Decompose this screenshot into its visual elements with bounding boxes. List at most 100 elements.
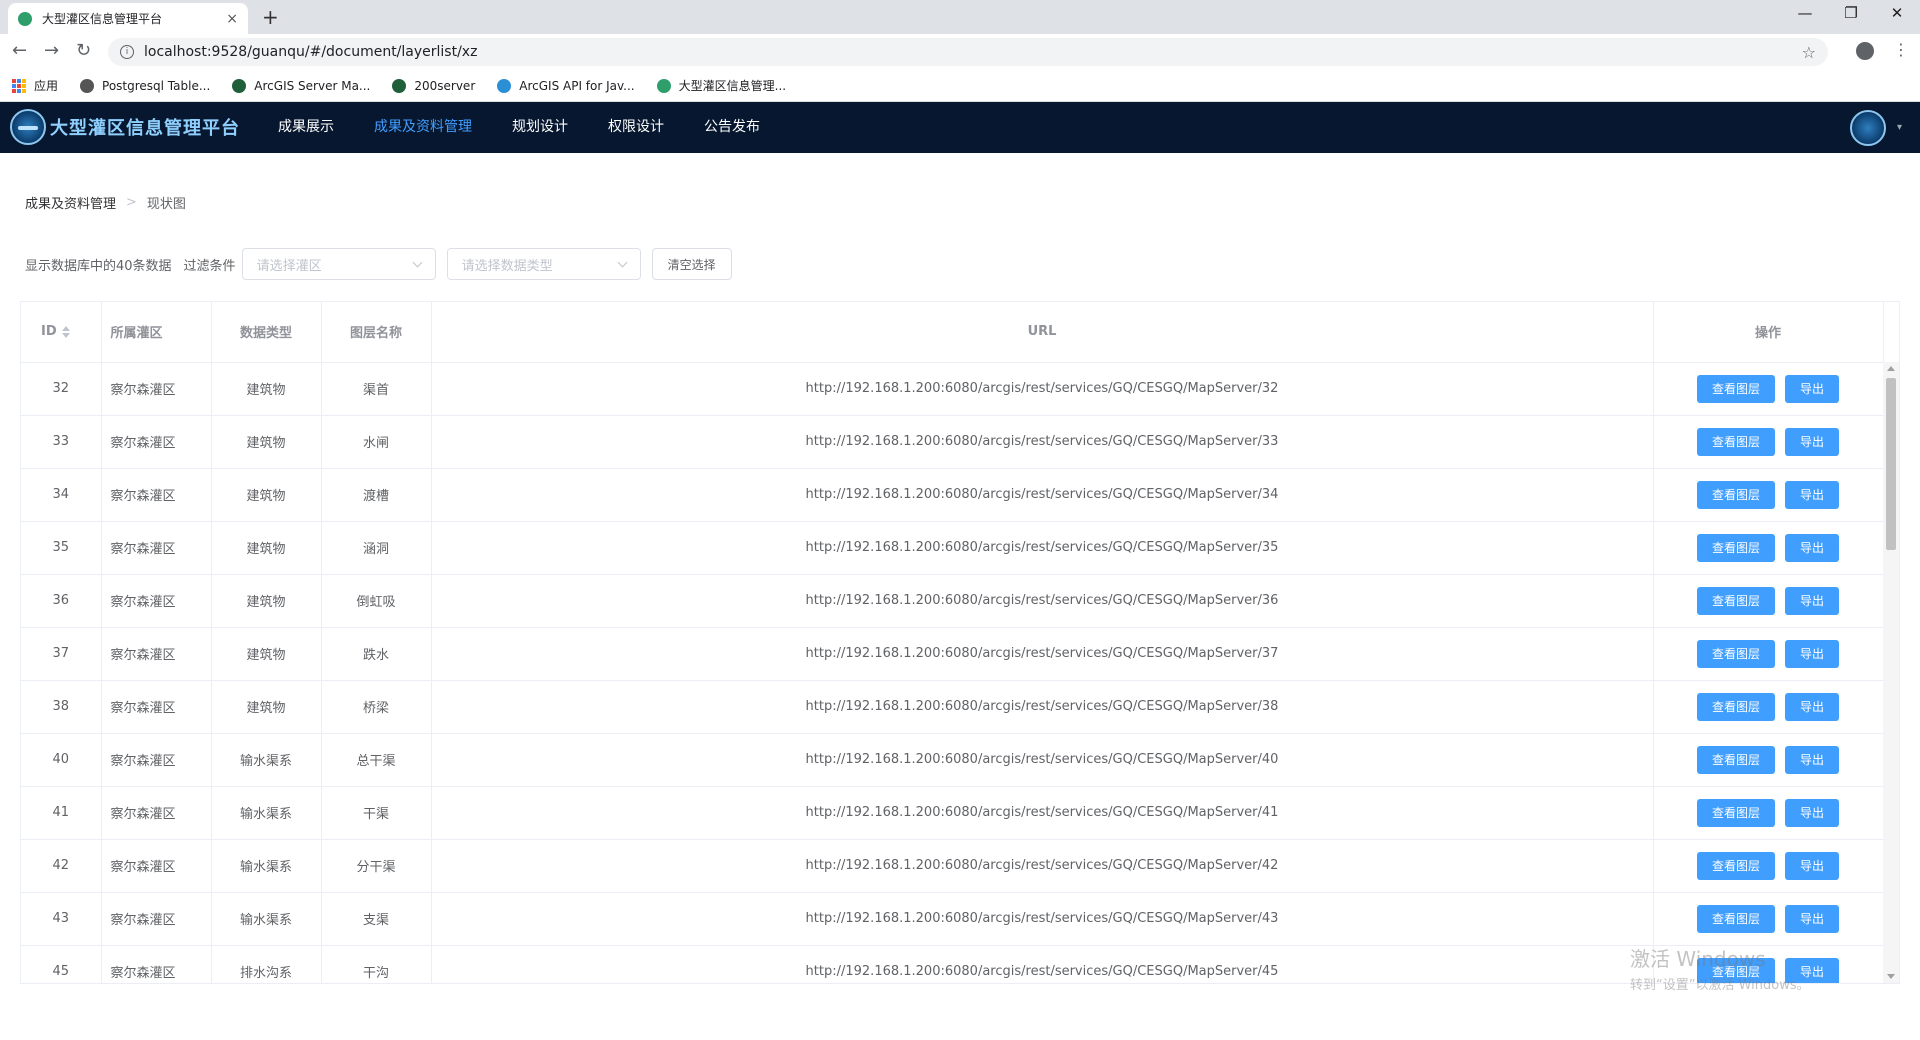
caret-down-icon[interactable]: ▾ [1897, 122, 1902, 133]
cell-layer-name: 跌水 [321, 627, 432, 681]
cell-district: 察尔森灌区 [101, 733, 212, 787]
new-tab-button[interactable]: + [262, 5, 279, 29]
vue-favicon-icon [18, 11, 32, 26]
profile-icon[interactable] [1856, 42, 1874, 60]
scrollbar-thumb[interactable] [1886, 378, 1896, 550]
table-header-row: ID 所属灌区 数据类型 图层名称 URL 操作 [21, 302, 1884, 363]
column-header-url: URL [431, 302, 1654, 363]
export-button[interactable]: 导出 [1785, 745, 1840, 774]
cell-url: http://192.168.1.200:6080/arcgis/rest/se… [431, 362, 1654, 416]
cell-actions: 查看图层 导出 [1653, 521, 1884, 575]
cell-url: http://192.168.1.200:6080/arcgis/rest/se… [431, 415, 1654, 469]
cell-data-type: 建筑物 [211, 415, 322, 469]
export-button[interactable]: 导出 [1785, 480, 1840, 509]
export-button[interactable]: 导出 [1785, 639, 1840, 668]
cell-data-type: 建筑物 [211, 362, 322, 416]
cell-url: http://192.168.1.200:6080/arcgis/rest/se… [431, 627, 1654, 681]
view-layer-button[interactable]: 查看图层 [1696, 851, 1775, 880]
export-button[interactable]: 导出 [1785, 374, 1840, 403]
view-layer-button[interactable]: 查看图层 [1696, 374, 1775, 403]
export-button[interactable]: 导出 [1785, 957, 1840, 983]
back-icon[interactable]: ← [12, 40, 27, 61]
cell-district: 察尔森灌区 [101, 892, 212, 946]
minimize-icon[interactable]: — [1790, 4, 1820, 22]
scroll-down-icon[interactable] [1887, 974, 1895, 979]
export-button[interactable]: 导出 [1785, 427, 1840, 456]
nav-announcements[interactable]: 公告发布 [684, 102, 780, 153]
export-button[interactable]: 导出 [1785, 692, 1840, 721]
export-button[interactable]: 导出 [1785, 586, 1840, 615]
user-avatar[interactable] [1850, 110, 1886, 146]
view-layer-button[interactable]: 查看图层 [1696, 745, 1775, 774]
forward-icon[interactable]: → [44, 40, 59, 61]
view-layer-button[interactable]: 查看图层 [1696, 957, 1775, 983]
view-layer-button[interactable]: 查看图层 [1696, 798, 1775, 827]
view-layer-button[interactable]: 查看图层 [1696, 427, 1775, 456]
arcgis-api-icon [497, 78, 512, 93]
cell-data-type: 建筑物 [211, 521, 322, 575]
cell-url: http://192.168.1.200:6080/arcgis/rest/se… [431, 839, 1654, 893]
cell-actions: 查看图层 导出 [1653, 786, 1884, 840]
cell-layer-name: 支渠 [321, 892, 432, 946]
view-layer-button[interactable]: 查看图层 [1696, 692, 1775, 721]
nav-results-display[interactable]: 成果展示 [258, 102, 354, 153]
url-text[interactable]: localhost:9528/guanqu/#/document/layerli… [144, 44, 1802, 60]
table-row: 43 察尔森灌区 输水渠系 支渠 http://192.168.1.200:6080/a… [21, 892, 1884, 946]
table-row: 36 察尔森灌区 建筑物 倒虹吸 http://192.168.1.200:6080/a… [21, 574, 1884, 628]
district-select[interactable]: 请选择灌区 [241, 248, 436, 280]
nav-permission-design[interactable]: 权限设计 [588, 102, 684, 153]
nav-planning-design[interactable]: 规划设计 [492, 102, 588, 153]
cell-data-type: 输水渠系 [211, 892, 322, 946]
export-button[interactable]: 导出 [1785, 533, 1840, 562]
view-layer-button[interactable]: 查看图层 [1696, 639, 1775, 668]
export-button[interactable]: 导出 [1785, 904, 1840, 933]
address-bar[interactable]: i localhost:9528/guanqu/#/document/layer… [108, 38, 1828, 66]
column-header-actions: 操作 [1653, 302, 1884, 363]
bookmark-arcgis-api[interactable]: ArcGIS API for Jav... [497, 78, 635, 93]
data-type-select[interactable]: 请选择数据类型 [446, 248, 641, 280]
clear-selection-button[interactable]: 清空选择 [651, 248, 732, 280]
sort-icon[interactable] [61, 325, 70, 338]
view-layer-button[interactable]: 查看图层 [1696, 586, 1775, 615]
table-scrollbar[interactable] [1883, 362, 1899, 983]
cell-actions: 查看图层 导出 [1653, 945, 1884, 983]
chevron-down-icon [412, 257, 423, 267]
cell-id: 42 [21, 839, 102, 893]
column-header-id[interactable]: ID [21, 302, 102, 363]
record-count: 显示数据库中的40条数据 [25, 258, 172, 274]
cell-actions: 查看图层 导出 [1653, 574, 1884, 628]
browser-tabstrip: 大型灌区信息管理平台 × + — ❐ ✕ [0, 0, 1920, 34]
bookmark-apps[interactable]: 应用 [12, 77, 58, 94]
scroll-up-icon[interactable] [1887, 366, 1895, 371]
cell-data-type: 输水渠系 [211, 786, 322, 840]
cell-layer-name: 水闸 [321, 415, 432, 469]
nav-results-management[interactable]: 成果及资料管理 [354, 102, 492, 153]
view-layer-button[interactable]: 查看图层 [1696, 480, 1775, 509]
column-header-layer-name: 图层名称 [321, 302, 432, 363]
cell-data-type: 输水渠系 [211, 733, 322, 787]
cell-actions: 查看图层 导出 [1653, 839, 1884, 893]
bookmark-star-icon[interactable]: ☆ [1802, 43, 1816, 62]
browser-tab[interactable]: 大型灌区信息管理平台 × [8, 3, 248, 34]
bookmark-200server[interactable]: 200server [392, 78, 475, 93]
view-layer-button[interactable]: 查看图层 [1696, 904, 1775, 933]
close-window-icon[interactable]: ✕ [1882, 4, 1912, 22]
cell-district: 察尔森灌区 [101, 786, 212, 840]
tab-close-icon[interactable]: × [226, 11, 238, 27]
bookmark-platform[interactable]: 大型灌区信息管理... [656, 77, 786, 94]
maximize-icon[interactable]: ❐ [1836, 4, 1866, 22]
bookmark-postgresql[interactable]: Postgresql Table... [80, 78, 210, 93]
site-info-icon[interactable]: i [120, 45, 134, 59]
cell-actions: 查看图层 导出 [1653, 733, 1884, 787]
chevron-down-icon [617, 257, 628, 267]
browser-menu-icon[interactable]: ⋮ [1893, 40, 1909, 59]
export-button[interactable]: 导出 [1785, 798, 1840, 827]
reload-icon[interactable]: ↻ [76, 40, 91, 61]
view-layer-button[interactable]: 查看图层 [1696, 533, 1775, 562]
cell-district: 察尔森灌区 [101, 627, 212, 681]
breadcrumb-parent[interactable]: 成果及资料管理 [25, 193, 116, 212]
export-button[interactable]: 导出 [1785, 851, 1840, 880]
bookmark-arcgis-server[interactable]: ArcGIS Server Ma... [232, 78, 370, 93]
apps-grid-icon [12, 78, 26, 93]
cell-district: 察尔森灌区 [101, 521, 212, 575]
